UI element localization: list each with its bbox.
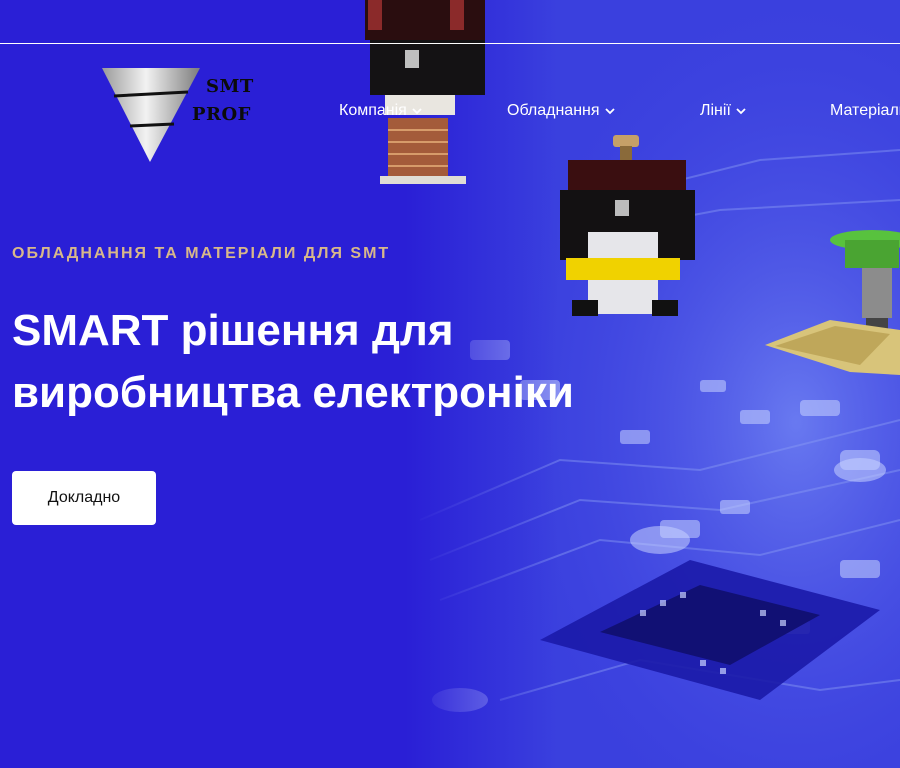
nav-item-label: Лінії [700,102,731,119]
chevron-down-icon [736,108,746,115]
details-button[interactable]: Докладно [12,471,156,525]
nav-item-company[interactable]: Компанія [339,102,423,120]
nav-item-lines[interactable]: Лінії [700,102,747,120]
hero-headline: SMART рішення для виробництва електронік… [12,306,574,417]
logo-line-1: SMT [206,76,254,97]
chevron-down-icon [604,108,615,115]
nav-item-label: Обладнання [507,102,600,119]
nav-item-label: Компанія [339,102,407,119]
chevron-down-icon [412,108,422,115]
header-divider [0,43,900,44]
logo-line-2: PROF [192,104,251,125]
nav-item-label: Матеріали [830,102,900,119]
hero-section: SMT PROF Компанія Обладнання Лінії Матер… [0,0,900,768]
nav-item-materials[interactable]: Матеріали [830,102,900,120]
smt-prof-logo[interactable]: SMT PROF [100,66,260,166]
nav-item-equipment[interactable]: Обладнання [507,102,616,120]
hero-eyebrow: ОБЛАДНАННЯ ТА МАТЕРІАЛИ ДЛЯ SMT [12,245,391,262]
